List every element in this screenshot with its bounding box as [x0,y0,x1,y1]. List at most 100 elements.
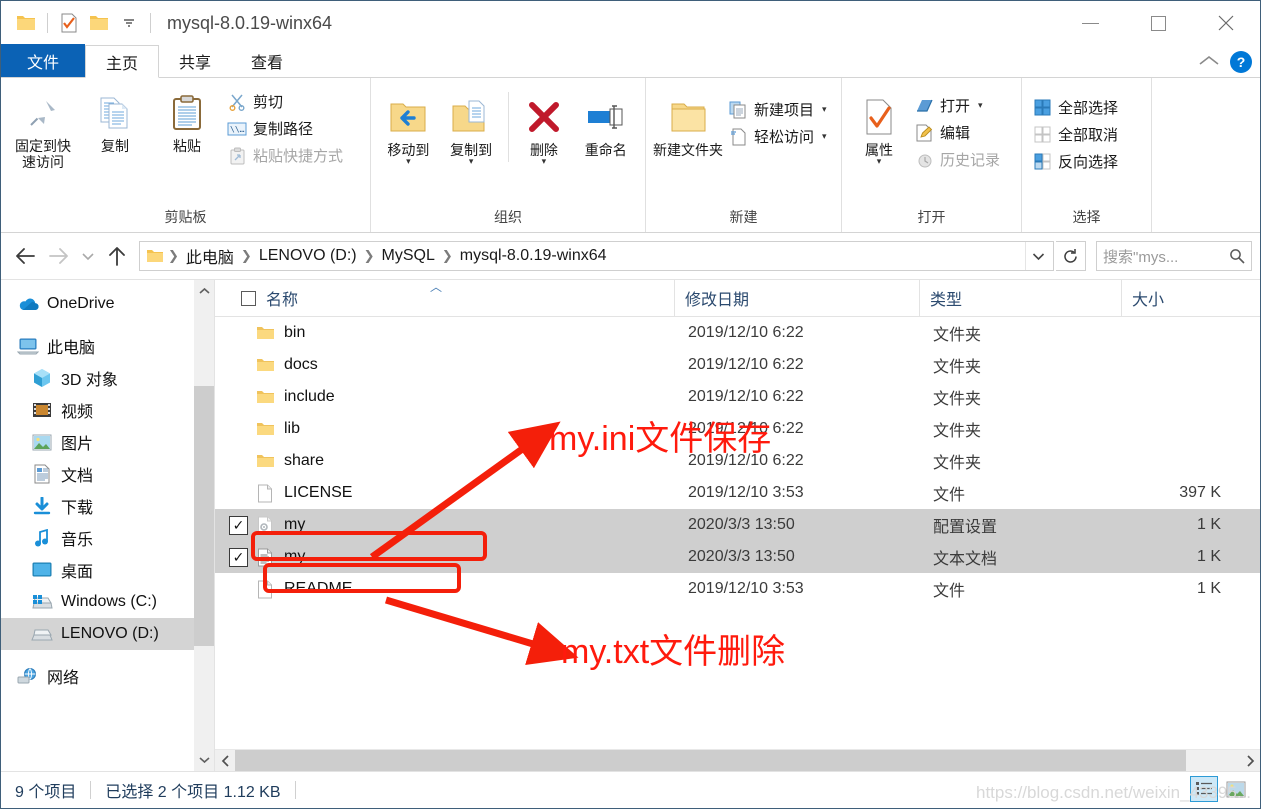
pin-to-quick-access-button[interactable]: 固定到快速访问 [7,84,79,174]
copy-button[interactable]: 复制 [79,84,151,158]
table-row[interactable]: share 2019/12/10 6:22 文件夹 [215,445,1260,477]
select-all-button[interactable]: 全部选择 [1028,94,1124,121]
chevron-down-icon[interactable]: ▾ [542,157,547,166]
scrollbar-track[interactable] [194,302,214,749]
folder-icon[interactable] [11,8,41,38]
address-dropdown-button[interactable] [1025,242,1051,270]
sidebar-item-pictures[interactable]: 图片 [1,426,214,458]
scrollbar-thumb[interactable] [235,749,1186,771]
rename-icon [586,92,626,142]
table-row[interactable]: LICENSE 2019/12/10 3:53 文件 397 K [215,477,1260,509]
breadcrumb-bar[interactable]: ❯ 此电脑 ❯ LENOVO (D:) ❯ MySQL ❯ mysql-8.0.… [139,241,1054,271]
close-button[interactable] [1192,1,1260,45]
rename-button[interactable]: 重命名 [572,88,639,162]
clipboard-small-buttons: 剪切 \\… 复制路径 粘贴快捷方式 [223,84,349,169]
move-to-button[interactable]: 移动到 ▾ [377,88,440,168]
search-box[interactable]: 搜索"mys... [1096,241,1252,271]
table-row[interactable]: ✓ my 2020/3/3 13:50 配置设置 1 K [215,509,1260,541]
scrollbar-track[interactable] [235,749,1240,771]
up-button[interactable] [101,241,133,271]
search-input[interactable]: 搜索"mys... [1103,246,1229,267]
breadcrumb-item-1[interactable]: LENOVO (D:) [254,245,362,267]
sidebar-item-videos[interactable]: 视频 [1,394,214,426]
pin-icon [26,88,60,138]
chevron-down-icon[interactable]: ▾ [978,100,983,111]
scroll-down-button[interactable] [194,749,214,771]
sidebar-item-network[interactable]: 网络 [1,660,214,692]
table-row[interactable]: docs 2019/12/10 6:22 文件夹 [215,349,1260,381]
row-checkbox[interactable]: ✓ [229,515,248,535]
table-row[interactable]: ✓ my 2020/3/3 13:50 文本文档 1 K [215,541,1260,573]
customize-dropdown-icon[interactable] [114,8,144,38]
tab-home[interactable]: 主页 [85,45,160,78]
table-row[interactable]: include 2019/12/10 6:22 文件夹 [215,381,1260,413]
new-folder-icon[interactable] [84,8,114,38]
breadcrumb-item-3[interactable]: mysql-8.0.19-winx64 [455,245,612,267]
chevron-down-icon[interactable]: ▾ [469,157,474,166]
table-row[interactable]: lib 2019/12/10 6:22 文件夹 [215,413,1260,445]
sidebar-item-documents[interactable]: 文档 [1,458,214,490]
ribbon-group-open: 属性 ▾ 打开 ▾ 编辑 历史记录 打开 [842,78,1022,232]
chevron-down-icon[interactable]: ▾ [406,157,411,166]
videos-icon [29,401,55,419]
chevron-up-icon[interactable] [1198,54,1220,71]
select-all-checkbox[interactable] [241,290,256,306]
properties-button[interactable]: 属性 ▾ [848,88,910,168]
chevron-down-icon[interactable]: ▾ [877,157,882,166]
scroll-right-button[interactable] [1240,750,1260,772]
scroll-up-button[interactable] [194,280,214,302]
copy-path-button[interactable]: \\… 复制路径 [223,115,349,142]
tab-share[interactable]: 共享 [159,44,231,77]
file-size: 1 K [1196,548,1221,565]
details-view-button[interactable] [1190,776,1218,802]
maximize-button[interactable] [1124,1,1192,45]
easy-access-button[interactable]: 轻松访问 ▾ [724,123,833,150]
breadcrumb-item-0[interactable]: 此电脑 [181,242,239,270]
sidebar-item-3d-objects[interactable]: 3D 对象 [1,362,214,394]
select-none-button[interactable]: 全部取消 [1028,121,1124,148]
sidebar-item-this-pc[interactable]: 此电脑 [1,330,214,362]
breadcrumb-item-2[interactable]: MySQL [377,245,440,267]
sidebar-item-onedrive[interactable]: OneDrive [1,288,214,320]
easy-access-icon [728,127,748,147]
sidebar-item-desktop[interactable]: 桌面 [1,554,214,586]
delete-x-icon [527,92,561,142]
row-checkbox[interactable]: ✓ [229,547,248,567]
sidebar-item-downloads[interactable]: 下载 [1,490,214,522]
horizontal-scrollbar[interactable] [215,749,1260,771]
large-icons-view-button[interactable] [1222,776,1250,802]
recent-locations-button[interactable] [77,241,99,271]
minimize-button[interactable] [1056,1,1124,45]
column-header-type[interactable]: 类型 [919,280,1121,317]
column-header-name[interactable]: ︿ 名称 [215,280,674,317]
new-item-button[interactable]: 新建项目 ▾ [724,96,833,123]
table-row[interactable]: README 2019/12/10 3:53 文件 1 K [215,573,1260,605]
tab-file[interactable]: 文件 [1,44,86,77]
help-button[interactable]: ? [1230,51,1252,73]
open-button[interactable]: 打开 ▾ [910,92,1006,119]
tab-view[interactable]: 查看 [231,44,303,77]
scrollbar-thumb[interactable] [194,386,214,646]
delete-button[interactable]: 删除 ▾ [515,88,572,168]
edit-button[interactable]: 编辑 [910,119,1006,146]
chevron-down-icon[interactable]: ▾ [822,131,827,142]
scroll-left-button[interactable] [215,750,235,772]
column-header-date[interactable]: 修改日期 [674,280,919,317]
sidebar-item-music[interactable]: 音乐 [1,522,214,554]
refresh-button[interactable] [1056,241,1086,271]
table-row[interactable]: bin 2019/12/10 6:22 文件夹 [215,317,1260,349]
properties-check-icon[interactable] [54,8,84,38]
file-date: 2019/12/10 6:22 [688,356,804,373]
sidebar-item-lenovo-d[interactable]: LENOVO (D:) [1,618,214,650]
sidebar-vertical-scrollbar[interactable] [194,280,214,771]
chevron-down-icon[interactable]: ▾ [822,104,827,115]
copy-to-button[interactable]: 复制到 ▾ [440,88,503,168]
sidebar-item-windows-c[interactable]: Windows (C:) [1,586,214,618]
back-button[interactable] [9,241,41,271]
cut-button[interactable]: 剪切 [223,88,349,115]
window-controls [1056,1,1260,45]
column-header-size[interactable]: 大小 [1121,280,1260,317]
new-folder-button[interactable]: 新建文件夹 [652,88,724,162]
invert-selection-button[interactable]: 反向选择 [1028,148,1124,175]
paste-button[interactable]: 粘贴 [151,84,223,158]
